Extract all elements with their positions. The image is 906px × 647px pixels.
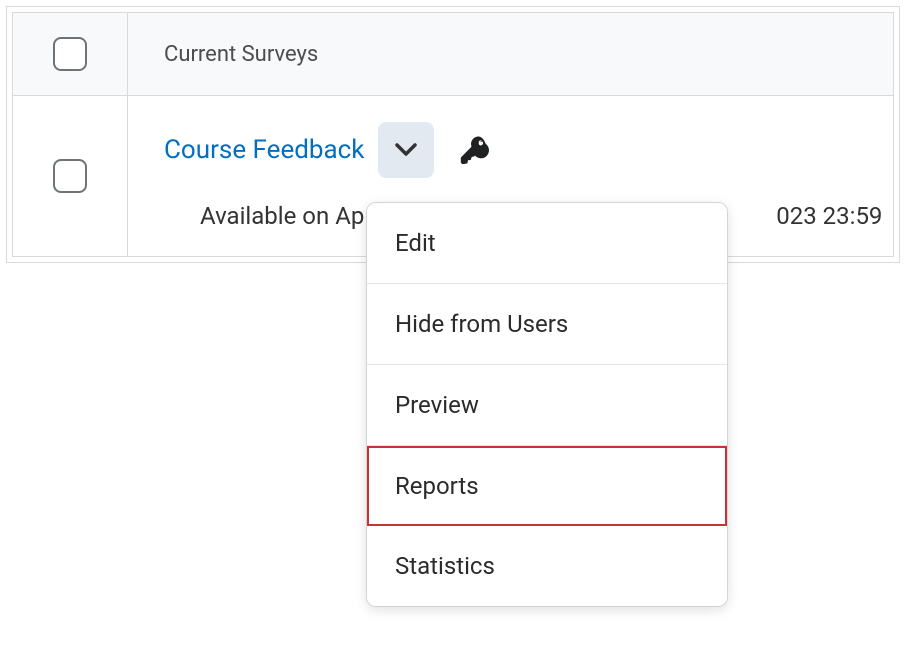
column-header-text: Current Surveys — [164, 42, 318, 67]
context-menu-button[interactable] — [378, 122, 434, 178]
special-access-button[interactable] — [458, 134, 490, 166]
chevron-down-icon — [395, 143, 417, 157]
row-checkbox[interactable] — [53, 159, 87, 193]
select-all-cell — [13, 13, 128, 95]
menu-item-edit[interactable]: Edit — [367, 203, 727, 284]
survey-title-link[interactable]: Course Feedback — [164, 135, 364, 165]
survey-title-row: Course Feedback — [164, 122, 893, 178]
menu-item-preview[interactable]: Preview — [367, 365, 727, 446]
availability-prefix: Available on Ap — [200, 202, 364, 230]
menu-item-hide[interactable]: Hide from Users — [367, 284, 727, 365]
table-header-row: Current Surveys — [13, 13, 893, 96]
context-menu: Edit Hide from Users Preview Reports Sta… — [366, 202, 728, 607]
menu-item-statistics[interactable]: Statistics — [367, 526, 727, 606]
header-label: Current Surveys — [128, 13, 893, 95]
menu-item-reports[interactable]: Reports — [367, 446, 727, 526]
row-checkbox-cell — [13, 96, 128, 256]
availability-suffix: 023 23:59 — [776, 202, 882, 230]
key-icon — [458, 134, 490, 166]
select-all-checkbox[interactable] — [53, 37, 87, 71]
